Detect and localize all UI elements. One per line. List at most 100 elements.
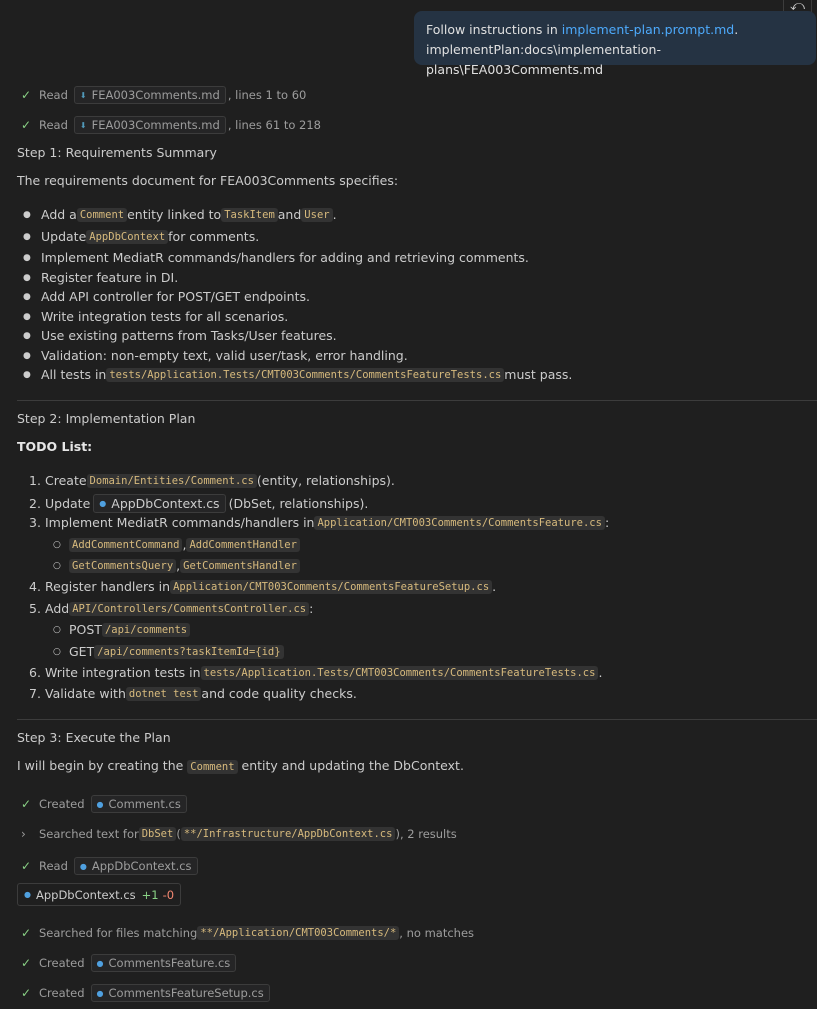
list-item: ● All tests in tests/Application.Tests/CM…	[23, 367, 572, 382]
text: Implement MediatR commands/handlers in	[45, 515, 315, 530]
text: entity and updating the DbContext.	[237, 758, 464, 773]
divider	[17, 719, 817, 720]
file-name: AppDbContext.cs	[91, 859, 192, 873]
tool-call-created[interactable]: ✓ Created ● CommentsFeature.cs	[21, 953, 238, 973]
request-text: Follow instructions in	[426, 22, 562, 37]
file-reference[interactable]: ● CommentsFeatureSetup.cs	[90, 984, 270, 1002]
check-icon: ✓	[21, 956, 32, 970]
tool-call-created[interactable]: ✓ Created ● Comment.cs	[21, 794, 189, 814]
step1-heading: Step 1: Requirements Summary	[17, 145, 217, 160]
sub-list-item: ○ POST /api/comments	[53, 622, 191, 637]
code: Domain/Entities/Comment.cs	[86, 473, 257, 488]
number: 4.	[29, 579, 41, 594]
chevron-right-icon[interactable]: ›	[21, 827, 39, 841]
bullet: ●	[23, 330, 31, 341]
code: tests/Application.Tests/CMT003Comments/C…	[106, 367, 505, 382]
file-name: AppDbContext.cs	[35, 887, 136, 902]
bullet: ●	[23, 272, 31, 283]
file-name: FEA003Comments.md	[91, 118, 220, 132]
text: .	[598, 665, 603, 680]
number: 1.	[29, 473, 41, 488]
edited-file-diff[interactable]: ● AppDbContext.cs +1 -0	[17, 883, 182, 906]
code: Application/CMT003Comments/CommentsFeatu…	[170, 579, 493, 594]
check-icon: ✓	[21, 118, 32, 132]
bullet: ●	[23, 311, 31, 322]
bullet: ●	[23, 350, 31, 361]
text: and code quality checks.	[201, 686, 357, 701]
list-item: 1. Create Domain/Entities/Comment.cs (ent…	[29, 473, 395, 488]
code: User	[301, 207, 333, 222]
tool-call-created[interactable]: ✓ Created ● CommentsFeatureSetup.cs	[21, 983, 272, 1003]
bullet: ○	[53, 539, 61, 550]
code: Comment	[187, 760, 238, 774]
tool-call-search[interactable]: › Searched text for DbSet ( **/Infrastru…	[21, 824, 457, 844]
file-reference[interactable]: ● AppDbContext.cs	[93, 494, 226, 513]
tool-action: Read	[39, 859, 68, 873]
file-name: CommentsFeature.cs	[108, 956, 231, 970]
list-item: 4. Register handlers in Application/CMT00…	[29, 579, 496, 594]
text: (DbSet, relationships).	[228, 496, 369, 511]
list-item: 2. Update ● AppDbContext.cs (DbSet, relatio…	[29, 494, 368, 513]
list-item: ● Update AppDbContext for comments.	[23, 229, 259, 244]
csharp-file-icon: ●	[96, 799, 104, 809]
text: :	[604, 515, 610, 530]
tool-call-read[interactable]: ✓ Read ● AppDbContext.cs	[21, 856, 200, 876]
text: ), 2 results	[395, 827, 457, 841]
markdown-file-icon: ⬇	[79, 120, 87, 130]
sub-list-item: ○ GetCommentsQuery, GetCommentsHandler	[53, 558, 300, 573]
check-icon: ✓	[21, 797, 32, 811]
file-reference[interactable]: ⬇ FEA003Comments.md	[73, 116, 226, 134]
request-line-1: Follow instructions in implement-plan.pr…	[426, 20, 804, 40]
tool-action: Read	[39, 88, 68, 102]
text: Update	[41, 229, 87, 244]
file-reference[interactable]: ● AppDbContext.cs	[73, 857, 198, 875]
tool-detail: , lines 1 to 60	[227, 88, 307, 102]
bullet: ●	[23, 291, 31, 302]
code: tests/Application.Tests/CMT003Comments/C…	[200, 665, 599, 680]
sub-list-item: ○ GET /api/comments?taskItemId={id}	[53, 644, 284, 659]
list-item: ● Implement MediatR commands/handlers for…	[23, 250, 529, 265]
file-name: CommentsFeatureSetup.cs	[108, 986, 264, 1000]
step3-heading: Step 3: Execute the Plan	[17, 730, 171, 745]
text: Add a	[41, 207, 77, 222]
number: 6.	[29, 665, 41, 680]
code: **/Application/CMT003Comments/*	[197, 926, 400, 940]
prompt-file-link[interactable]: implement-plan.prompt.md	[562, 22, 734, 37]
check-icon: ✓	[21, 926, 32, 940]
code: /api/comments	[101, 622, 191, 637]
divider	[17, 400, 817, 401]
bullet: ●	[23, 231, 31, 242]
bullet: ○	[53, 624, 61, 635]
tool-detail: , lines 61 to 218	[227, 118, 321, 132]
csharp-file-icon: ●	[99, 499, 107, 508]
file-reference[interactable]: ● CommentsFeature.cs	[90, 954, 237, 972]
list-item: ● Register feature in DI.	[23, 270, 178, 285]
code: AppDbContext	[86, 229, 169, 244]
code: DbSet	[138, 827, 177, 841]
text: .	[492, 579, 497, 594]
tool-action: Created	[39, 956, 85, 970]
todo-heading: TODO List:	[17, 439, 93, 454]
text: Update	[45, 496, 91, 511]
text: , no matches	[399, 926, 475, 940]
number: 2.	[29, 496, 41, 511]
text: Use existing patterns from Tasks/User fe…	[41, 328, 337, 343]
tool-call-read[interactable]: ✓ Read ⬇ FEA003Comments.md , lines 61 to …	[21, 115, 321, 135]
code: AddCommentHandler	[186, 537, 300, 552]
text: Add	[45, 601, 70, 616]
sub-list-item: ○ AddCommentCommand, AddCommentHandler	[53, 537, 300, 552]
request-line-2: implementPlan:docs\implementation-plans\…	[426, 42, 661, 77]
list-item: 5. Add API/Controllers/CommentsController…	[29, 601, 313, 616]
file-reference[interactable]: ⬇ FEA003Comments.md	[73, 86, 226, 104]
file-name: Comment.cs	[108, 797, 181, 811]
tool-call-search[interactable]: ✓ Searched for files matching **/Applica…	[21, 923, 474, 943]
tool-call-read[interactable]: ✓ Read ⬇ FEA003Comments.md , lines 1 to 6…	[21, 85, 306, 105]
file-reference[interactable]: ● Comment.cs	[90, 795, 187, 813]
list-item: ● Use existing patterns from Tasks/User f…	[23, 328, 337, 343]
tool-action: Searched text for	[39, 827, 139, 841]
lines-added: +1	[141, 887, 159, 902]
user-request-bubble: Follow instructions in implement-plan.pr…	[414, 11, 816, 77]
markdown-file-icon: ⬇	[79, 90, 87, 100]
list-item: ● Add a Comment entity linked to TaskItem…	[23, 207, 337, 222]
text: and	[277, 207, 302, 222]
